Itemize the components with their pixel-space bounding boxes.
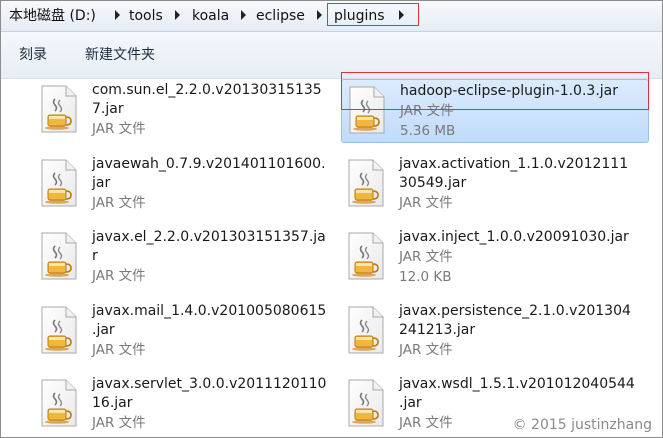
file-name: javax.persistence_2.1.0.v201304 241213.ja… — [399, 303, 631, 338]
file-item[interactable]: javax.el_2.2.0.v201303151357.ja r JAR 文件 — [34, 226, 342, 290]
file-item[interactable]: com.sun.el_2.2.0.v20130315135 7.jar JAR 文… — [34, 79, 342, 143]
new-folder-button[interactable]: 新建文件夹 — [85, 46, 155, 64]
jar-file-icon — [348, 306, 384, 354]
file-type: JAR 文件 — [92, 415, 146, 431]
address-bar[interactable]: 本地磁盘 (D:) tools koala eclipse plugins — [1, 1, 662, 32]
file-type: JAR 文件 — [92, 121, 146, 137]
file-name: javax.inject_1.0.0.v20091030.jar — [399, 229, 629, 245]
file-item[interactable]: javax.inject_1.0.0.v20091030.jar JAR 文件 … — [341, 226, 649, 290]
file-type: JAR 文件 — [399, 195, 453, 211]
file-item[interactable]: javax.mail_1.4.0.v201005080615 .jar JAR 文… — [34, 300, 342, 364]
jar-file-icon — [41, 85, 77, 133]
breadcrumb-chevron-icon[interactable] — [115, 10, 120, 20]
file-type: JAR 文件 — [92, 268, 146, 284]
jar-file-icon — [348, 232, 384, 280]
file-type: JAR 文件 — [92, 342, 146, 358]
file-list: com.sun.el_2.2.0.v20130315135 7.jar JAR 文… — [1, 79, 662, 437]
burn-button[interactable]: 刻录 — [19, 46, 47, 64]
breadcrumb-koala[interactable]: koala — [192, 7, 229, 25]
breadcrumb-tools[interactable]: tools — [129, 7, 163, 25]
file-type: JAR 文件 — [92, 195, 146, 211]
jar-file-icon — [348, 379, 384, 427]
file-name: javax.activation_1.1.0.v2012111 30549.jar — [399, 156, 629, 191]
file-name: javax.servlet_3.0.0.v2011120110 16.jar — [92, 376, 327, 411]
file-type: JAR 文件 — [399, 249, 453, 265]
file-item[interactable]: javax.activation_1.1.0.v2012111 30549.jar… — [341, 153, 649, 217]
jar-file-icon — [348, 159, 384, 207]
jar-file-icon — [41, 159, 77, 207]
file-name: javax.mail_1.4.0.v201005080615 .jar — [92, 303, 327, 338]
breadcrumb-drive[interactable]: 本地磁盘 (D:) — [9, 7, 96, 25]
file-type: JAR 文件 — [399, 342, 453, 358]
jar-file-icon — [41, 306, 77, 354]
file-item[interactable]: javax.persistence_2.1.0.v201304 241213.ja… — [341, 300, 649, 364]
file-name: javax.wsdl_1.5.1.v201012040544 .jar — [399, 376, 635, 411]
breadcrumb-eclipse[interactable]: eclipse — [256, 7, 305, 25]
file-name: javax.el_2.2.0.v201303151357.ja r — [92, 229, 326, 264]
explorer-window: 本地磁盘 (D:) tools koala eclipse plugins 刻录… — [0, 0, 663, 438]
jar-file-icon — [41, 232, 77, 280]
highlight-box-selected-file — [341, 72, 649, 110]
file-size: 5.36 MB — [400, 123, 456, 139]
watermark: © 2015 justinzhang — [512, 417, 652, 433]
jar-file-icon — [41, 379, 77, 427]
file-name: com.sun.el_2.2.0.v20130315135 7.jar — [92, 82, 322, 117]
file-size: 12.0 KB — [399, 269, 452, 285]
file-name: javaewah_0.7.9.v201401101600. jar — [92, 156, 326, 191]
breadcrumb-chevron-icon[interactable] — [317, 10, 322, 20]
breadcrumb-chevron-icon[interactable] — [175, 10, 180, 20]
file-item[interactable]: javaewah_0.7.9.v201401101600. jar JAR 文件 — [34, 153, 342, 217]
highlight-box-plugins — [327, 3, 419, 26]
breadcrumb-chevron-icon[interactable] — [241, 10, 246, 20]
file-item[interactable]: javax.servlet_3.0.0.v2011120110 16.jar JA… — [34, 373, 342, 437]
